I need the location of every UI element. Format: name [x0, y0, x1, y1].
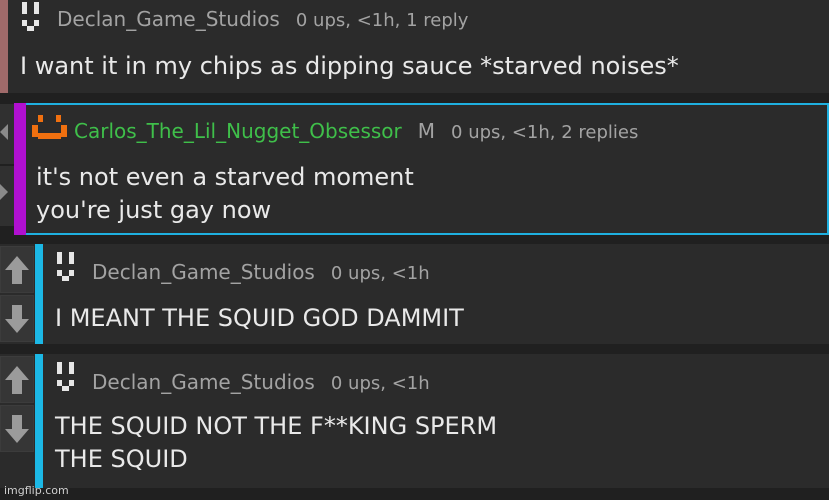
- comment-line: it's not even a starved moment: [36, 163, 414, 191]
- comment-header: Carlos_The_Lil_Nugget_Obsessor M 0 ups, …: [74, 119, 638, 143]
- downvote-button[interactable]: [0, 405, 34, 452]
- upvote-button[interactable]: [0, 356, 34, 403]
- downvote-button[interactable]: [0, 295, 34, 342]
- username-link[interactable]: Declan_Game_Studios: [92, 370, 315, 394]
- orange-pixel-face-icon: [32, 115, 67, 139]
- arrow-down-icon: [0, 184, 8, 200]
- comment-line: I want it in my chips as dipping sauce *…: [20, 52, 679, 80]
- arrow-up-icon: [0, 124, 8, 140]
- comment-line: you're just gay now: [36, 196, 272, 224]
- username-link[interactable]: Declan_Game_Studios: [92, 260, 315, 284]
- upvote-button[interactable]: [0, 246, 34, 293]
- pixel-face-icon: [57, 252, 74, 281]
- arrow-down-icon: [5, 304, 29, 333]
- pixel-face-icon: [57, 362, 74, 391]
- username-link[interactable]: Carlos_The_Lil_Nugget_Obsessor: [74, 119, 402, 143]
- comment-text: it's not even a starved moment you're ju…: [36, 161, 414, 227]
- comment-stats: 0 ups, <1h, 2 replies: [451, 122, 639, 143]
- comment-header: Declan_Game_Studios 0 ups, <1h, 1 reply: [57, 7, 468, 31]
- comment: Declan_Game_Studios 0 ups, <1h I MEANT T…: [0, 244, 829, 344]
- comment-stats: 0 ups, <1h, 1 reply: [295, 10, 469, 31]
- pixel-face-icon: [22, 2, 39, 31]
- comment-highlighted: Carlos_The_Lil_Nugget_Obsessor M 0 ups, …: [14, 103, 829, 235]
- comment-text: I want it in my chips as dipping sauce *…: [20, 50, 679, 83]
- thread-bar: [35, 244, 43, 344]
- comment-stats: 0 ups, <1h: [330, 263, 430, 284]
- arrow-up-icon: [5, 365, 29, 394]
- downvote-button[interactable]: [0, 166, 14, 226]
- watermark: imgflip.com: [4, 484, 69, 497]
- comment-line: I MEANT THE SQUID GOD DAMMIT: [55, 304, 464, 332]
- comment-header: Declan_Game_Studios 0 ups, <1h: [92, 370, 430, 394]
- username-link[interactable]: Declan_Game_Studios: [57, 7, 280, 31]
- arrow-up-icon: [5, 255, 29, 284]
- arrow-down-icon: [5, 414, 29, 443]
- comment-stats: 0 ups, <1h: [330, 373, 430, 394]
- upvote-button[interactable]: [0, 104, 14, 164]
- comment: Declan_Game_Studios 0 ups, <1h, 1 reply …: [0, 0, 829, 93]
- thread-bar: [35, 354, 43, 488]
- comment-line: THE SQUID NOT THE F**KING SPERM: [55, 412, 498, 440]
- thread-bar: [14, 103, 26, 235]
- comment-text: THE SQUID NOT THE F**KING SPERM THE SQUI…: [55, 410, 497, 476]
- mod-badge: M: [417, 119, 436, 143]
- comment-header: Declan_Game_Studios 0 ups, <1h: [92, 260, 430, 284]
- thread-bar: [0, 0, 8, 93]
- comment-text: I MEANT THE SQUID GOD DAMMIT: [55, 302, 464, 335]
- comment: Declan_Game_Studios 0 ups, <1h THE SQUID…: [0, 354, 829, 488]
- comment-line: THE SQUID: [55, 445, 188, 473]
